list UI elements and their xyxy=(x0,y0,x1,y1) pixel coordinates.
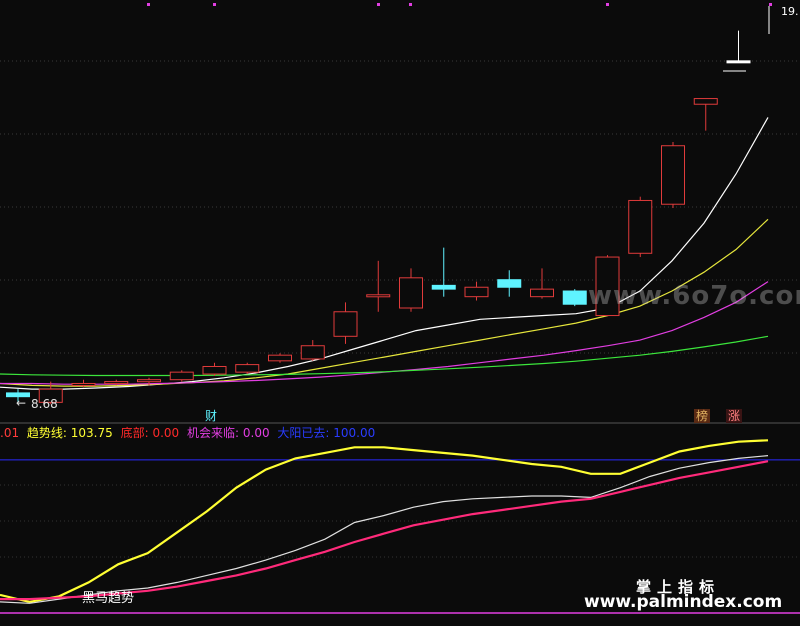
candle-body-9 xyxy=(300,345,325,360)
candle-body-17 xyxy=(562,290,587,305)
candle-body-8 xyxy=(268,354,292,362)
top-marker-1 xyxy=(213,3,216,6)
tag-cai: 财 xyxy=(205,409,218,423)
candle-body-12 xyxy=(399,277,423,309)
candle-body-15 xyxy=(497,279,522,288)
candle-body-3 xyxy=(104,381,129,385)
indicator-trend: 趋势线: 103.75 xyxy=(26,426,113,440)
candle-body-22 xyxy=(726,60,751,64)
candle-7 xyxy=(235,362,260,375)
candle-body-4 xyxy=(137,379,161,383)
candle-11 xyxy=(366,260,391,312)
top-marker-5 xyxy=(769,3,772,6)
candle-22 xyxy=(726,30,751,64)
top-marker-3 xyxy=(409,3,412,6)
candle-16 xyxy=(530,268,554,299)
top-marker-2 xyxy=(377,3,380,6)
candle-20 xyxy=(661,141,685,208)
candle-12 xyxy=(399,268,423,312)
candle-17 xyxy=(562,289,587,307)
low-price-label: 8.68 xyxy=(31,397,58,411)
indicator-big: 大阳已去: 100.00 xyxy=(277,426,376,440)
candle-21 xyxy=(693,98,718,131)
candle-9 xyxy=(300,340,325,361)
indicator-bottom: 底部: 0.00 xyxy=(120,426,180,440)
indicator-chance: 机会来临: 0.00 xyxy=(187,426,270,440)
candle-body-14 xyxy=(464,286,489,298)
indicator-prefix: .01 xyxy=(0,426,20,440)
candle-13 xyxy=(431,247,456,297)
ma-line-3 xyxy=(0,335,769,377)
candle-body-7 xyxy=(235,364,260,373)
top-marker-4 xyxy=(606,3,609,6)
top-marker-0 xyxy=(147,3,150,6)
candle-body-21 xyxy=(693,98,718,105)
heima-label: 黑马趋势 xyxy=(82,591,135,606)
candle-body-16 xyxy=(530,288,554,298)
candle-body-6 xyxy=(202,365,227,375)
candle-6 xyxy=(202,362,227,376)
indicator-header: .01 趋势线: 103.75 底部: 0.00 机会来临: 0.00 大阳已去… xyxy=(0,425,379,441)
candle-5 xyxy=(169,370,194,382)
candle-19 xyxy=(628,196,653,258)
candle-body-5 xyxy=(169,371,194,381)
low-arrow: ← xyxy=(16,396,27,410)
tag-zhang: 涨 xyxy=(726,409,743,423)
candle-15 xyxy=(497,270,522,297)
candle-14 xyxy=(464,281,489,301)
candle-body-10 xyxy=(333,311,358,337)
brand-url: www.palmindex.com xyxy=(584,592,783,612)
high-price-label: 19. xyxy=(781,5,799,18)
watermark-text: www.6o7o.com xyxy=(588,281,800,311)
candle-body-11 xyxy=(366,294,391,298)
candle-body-13 xyxy=(431,284,456,290)
candle-10 xyxy=(333,302,358,344)
tag-bang: 榜 xyxy=(694,409,711,423)
candlestick-chart xyxy=(0,3,800,424)
candle-8 xyxy=(268,353,292,363)
candle-body-19 xyxy=(628,199,653,254)
candle-body-20 xyxy=(661,145,685,205)
ma-line-0 xyxy=(0,117,769,390)
candle-body-2 xyxy=(71,382,96,386)
